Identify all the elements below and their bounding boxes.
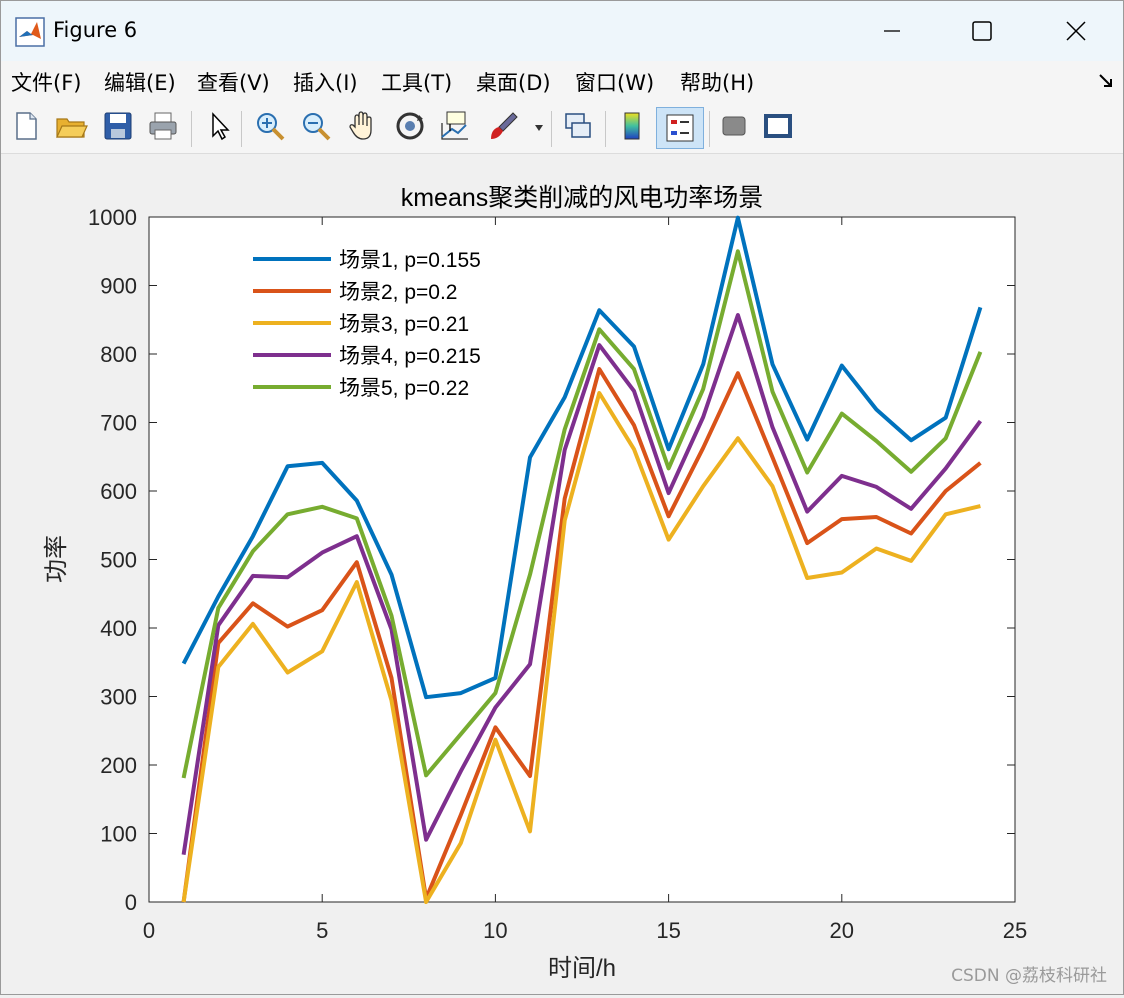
menu-file[interactable]: 文件(F) (11, 67, 81, 97)
show-plot-tools-icon[interactable] (761, 109, 795, 143)
colorbar-icon[interactable] (615, 109, 649, 143)
legend-label-5: 场景5, p=0.22 (339, 377, 469, 400)
y-tick-label: 200 (100, 753, 137, 778)
figure-canvas: kmeans聚类削减的风电功率场景 0 5 10 15 20 25 0 100 200 300 40… (1, 154, 1123, 994)
link-plot-icon[interactable] (561, 109, 595, 143)
pan-hand-icon[interactable] (346, 109, 380, 143)
toolbar (1, 101, 1123, 154)
figure-window: Figure 6 文件(F) 编辑(E) 查看(V) 插入(I) 工具(T) 桌… (0, 0, 1124, 995)
print-icon[interactable] (146, 109, 180, 143)
legend-label-4: 场景4, p=0.215 (339, 345, 481, 368)
x-tick-label: 15 (656, 918, 680, 943)
x-tick-label: 5 (316, 918, 328, 943)
data-cursor-icon[interactable] (438, 109, 472, 143)
menu-bar: 文件(F) 编辑(E) 查看(V) 插入(I) 工具(T) 桌面(D) 窗口(W… (1, 61, 1123, 101)
x-tick-label: 0 (143, 918, 155, 943)
brush-icon[interactable] (485, 109, 519, 143)
toolbar-separator (551, 111, 552, 147)
toolbar-separator (709, 111, 710, 147)
dock-arrow-icon[interactable] (1098, 73, 1114, 89)
menu-view[interactable]: 查看(V) (197, 67, 270, 97)
y-tick-label: 300 (100, 685, 137, 710)
matlab-icon (15, 17, 45, 47)
y-tick-label: 400 (100, 616, 137, 641)
y-tick-label: 900 (100, 274, 137, 299)
hide-plot-tools-icon[interactable] (717, 109, 751, 143)
y-tick-label: 100 (100, 822, 137, 847)
menu-insert[interactable]: 插入(I) (293, 67, 358, 97)
plot-area (148, 216, 1016, 903)
legend-label-2: 场景2, p=0.2 (339, 281, 457, 304)
toolbar-separator (241, 111, 242, 147)
x-tick-label: 25 (1003, 918, 1027, 943)
legend-toggle-button[interactable] (656, 107, 704, 149)
window-title: Figure 6 (53, 18, 138, 42)
y-tick-label: 0 (125, 890, 137, 915)
menu-tools[interactable]: 工具(T) (381, 67, 452, 97)
y-tick-label: 600 (100, 479, 137, 504)
save-icon[interactable] (101, 109, 135, 143)
close-button[interactable] (1053, 11, 1099, 51)
x-tick-label: 20 (830, 918, 854, 943)
maximize-icon (972, 21, 992, 41)
x-tick-label: 10 (483, 918, 507, 943)
zoom-in-icon[interactable] (253, 109, 287, 143)
line-chart: kmeans聚类削减的风电功率场景 0 5 10 15 20 25 0 100 200 300 40… (43, 184, 1027, 982)
toolbar-separator (605, 111, 606, 147)
new-file-icon[interactable] (9, 109, 43, 143)
y-tick-label: 700 (100, 411, 137, 436)
legend-label-3: 场景3, p=0.21 (339, 313, 469, 336)
zoom-out-icon[interactable] (299, 109, 333, 143)
legend-label-1: 场景1, p=0.155 (339, 249, 481, 272)
maximize-button[interactable] (959, 11, 1005, 51)
y-tick-label: 1000 (88, 205, 137, 230)
menu-help[interactable]: 帮助(H) (680, 67, 754, 97)
minimize-icon (884, 30, 900, 32)
chart-title: kmeans聚类削减的风电功率场景 (401, 184, 764, 212)
x-axis-label: 时间/h (548, 955, 616, 982)
rotate-3d-icon[interactable] (393, 109, 427, 143)
toolbar-separator (191, 111, 192, 147)
open-folder-icon[interactable] (54, 109, 88, 143)
menu-edit[interactable]: 编辑(E) (104, 67, 176, 97)
minimize-button[interactable] (869, 11, 915, 51)
brush-dropdown-icon[interactable] (533, 123, 545, 133)
menu-desktop[interactable]: 桌面(D) (476, 67, 551, 97)
legend-icon (666, 114, 694, 142)
close-icon (1066, 21, 1086, 41)
menu-window[interactable]: 窗口(W) (575, 67, 654, 97)
y-tick-label: 500 (100, 548, 137, 573)
title-bar: Figure 6 (1, 1, 1123, 61)
pointer-icon[interactable] (203, 109, 237, 143)
watermark: CSDN @荔枝科研社 (951, 966, 1107, 986)
y-tick-label: 800 (100, 342, 137, 367)
y-axis-label: 功率 (43, 535, 70, 583)
